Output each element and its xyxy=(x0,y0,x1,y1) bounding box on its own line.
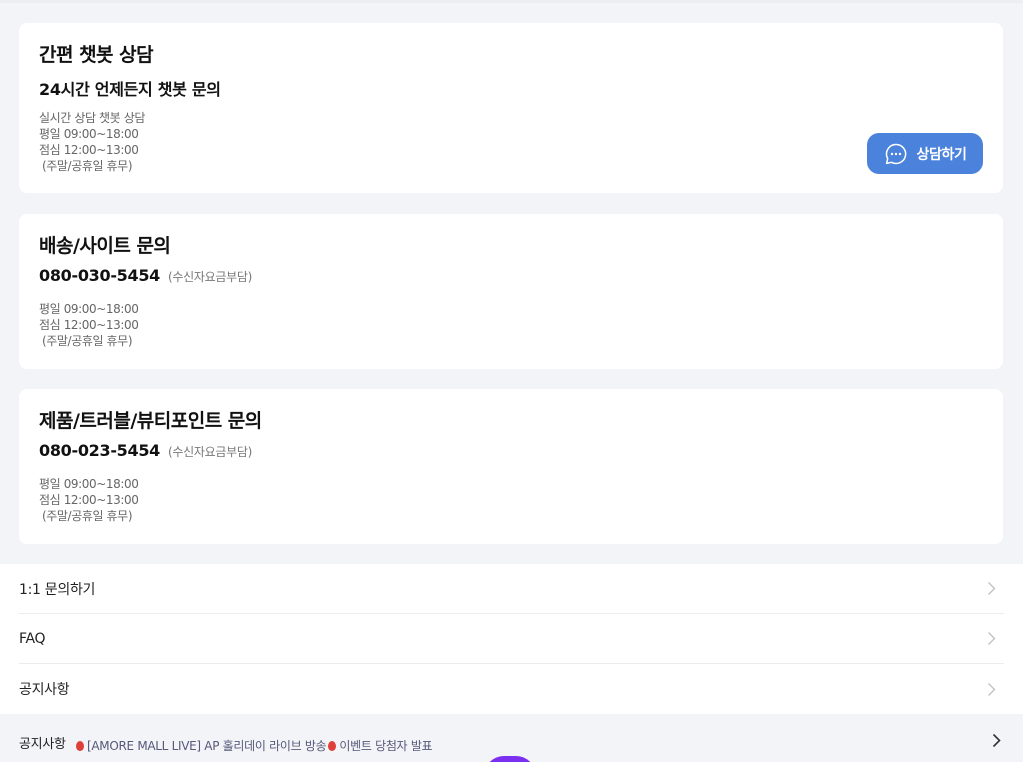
chat-bubble-icon xyxy=(885,143,906,164)
notice-label: 공지사항 xyxy=(19,737,66,752)
menu-item-label: FAQ xyxy=(19,630,46,647)
chevron-right-icon xyxy=(988,632,996,645)
chatbot-hours-line: 실시간 상담 챗봇 상담 xyxy=(39,111,146,125)
product-phone-number[interactable]: 080-023-5454 xyxy=(39,441,160,460)
notice-ticker-bar[interactable]: 공지사항 [AMORE MALL LIVE] AP 홀리데이 라이브 방송 이벤트… xyxy=(0,714,1023,762)
delivery-phone-row: 080-030-5454 (수신자요금부담) xyxy=(39,266,252,285)
delivery-hours-line: (주말/공휴일 휴무) xyxy=(42,334,133,348)
chatbot-card-title: 간편 챗봇 상담 xyxy=(39,44,154,66)
delivery-hours-line: 평일 09:00~18:00 xyxy=(39,302,139,316)
notice-ticker-part2: 이벤트 당첨자 발표 xyxy=(339,739,433,753)
chatbot-card-subtitle: 24시간 언제든지 챗봇 문의 xyxy=(39,76,221,100)
product-hours-line: 평일 09:00~18:00 xyxy=(39,477,139,491)
product-phone-row: 080-023-5454 (수신자요금부담) xyxy=(39,441,252,460)
chatbot-button-label: 상담하기 xyxy=(916,146,967,163)
notice-ticker-part1: [AMORE MALL LIVE] AP 홀리데이 라이브 방송 xyxy=(87,739,327,753)
delivery-hours: 평일 09:00~18:00 점심 12:00~13:00 (주말/공휴일 휴무… xyxy=(39,301,139,349)
chatbot-hours-line: (주말/공휴일 휴무) xyxy=(42,159,133,173)
menu-item-notice[interactable]: 공지사항 xyxy=(19,664,1004,714)
balloon-icon xyxy=(76,741,84,751)
chatbot-hours-line: 평일 09:00~18:00 xyxy=(39,127,139,141)
product-card-title: 제품/트러블/뷰티포인트 문의 xyxy=(39,410,262,432)
chevron-right-icon xyxy=(988,582,996,595)
product-hours-line: 점심 12:00~13:00 xyxy=(39,493,139,507)
notice-ticker-text[interactable]: [AMORE MALL LIVE] AP 홀리데이 라이브 방송 이벤트 당첨자 … xyxy=(76,737,433,754)
top-divider xyxy=(0,0,1023,3)
product-phone-note: (수신자요금부담) xyxy=(168,445,252,459)
product-hours: 평일 09:00~18:00 점심 12:00~13:00 (주말/공휴일 휴무… xyxy=(39,476,139,524)
chatbot-hours: 실시간 상담 챗봇 상담 평일 09:00~18:00 점심 12:00~13:… xyxy=(39,110,145,174)
balloon-icon xyxy=(328,741,337,751)
chatbot-consult-button[interactable]: 상담하기 xyxy=(867,133,983,174)
chatbot-hours-line: 점심 12:00~13:00 xyxy=(39,143,139,157)
delivery-phone-number[interactable]: 080-030-5454 xyxy=(39,266,160,285)
menu-item-one-on-one-inquiry[interactable]: 1:1 문의하기 xyxy=(19,564,1004,614)
product-inquiry-card: 제품/트러블/뷰티포인트 문의 080-023-5454 (수신자요금부담) 평… xyxy=(19,389,1003,544)
menu-item-faq[interactable]: FAQ xyxy=(19,614,1004,664)
chevron-right-icon xyxy=(988,682,996,696)
menu-item-label: 공지사항 xyxy=(19,682,70,698)
delivery-hours-line: 점심 12:00~13:00 xyxy=(39,318,139,332)
chatbot-subtitle-text: 24시간 언제든지 챗봇 문의 xyxy=(39,80,221,99)
chevron-right-icon[interactable] xyxy=(992,733,1001,748)
delivery-card-title: 배송/사이트 문의 xyxy=(39,235,171,257)
menu-item-label: 1:1 문의하기 xyxy=(19,581,96,598)
product-hours-line: (주말/공휴일 휴무) xyxy=(42,509,133,523)
delivery-inquiry-card: 배송/사이트 문의 080-030-5454 (수신자요금부담) 평일 09:0… xyxy=(19,214,1003,369)
delivery-phone-note: (수신자요금부담) xyxy=(168,270,252,284)
support-menu-list: 1:1 문의하기 FAQ 공지사항 xyxy=(0,564,1023,714)
chatbot-consult-card: 간편 챗봇 상담 24시간 언제든지 챗봇 문의 실시간 상담 챗봇 상담 평일… xyxy=(19,23,1003,193)
